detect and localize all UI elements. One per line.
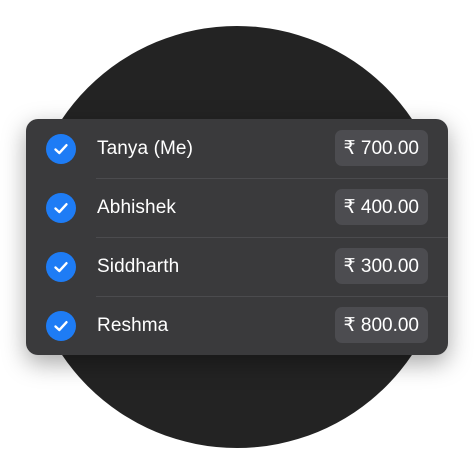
participant-row[interactable]: Abhishek ₹ 400.00	[26, 178, 448, 237]
participant-name: Tanya (Me)	[97, 137, 194, 159]
amount-field[interactable]: ₹ 700.00	[334, 130, 428, 166]
amount-field[interactable]: ₹ 400.00	[334, 189, 428, 225]
amount-field[interactable]: ₹ 800.00	[334, 307, 428, 343]
participant-row[interactable]: Tanya (Me) ₹ 700.00	[26, 119, 448, 178]
checkmark-circle-icon[interactable]	[46, 252, 76, 282]
checkmark-circle-icon[interactable]	[46, 193, 76, 223]
participant-name: Reshma	[97, 314, 169, 336]
checkmark-circle-icon[interactable]	[46, 311, 76, 341]
participant-row[interactable]: Siddharth ₹ 300.00	[26, 237, 448, 296]
participant-row[interactable]: Reshma ₹ 800.00	[26, 296, 448, 355]
amount-field[interactable]: ₹ 300.00	[334, 248, 428, 284]
participant-name: Abhishek	[97, 196, 176, 218]
stage: Tanya (Me) ₹ 700.00 Abhishek ₹ 400.00 Si…	[0, 0, 474, 474]
participant-name: Siddharth	[97, 255, 180, 277]
participant-list: Tanya (Me) ₹ 700.00 Abhishek ₹ 400.00 Si…	[26, 119, 448, 355]
checkmark-circle-icon[interactable]	[46, 134, 76, 164]
